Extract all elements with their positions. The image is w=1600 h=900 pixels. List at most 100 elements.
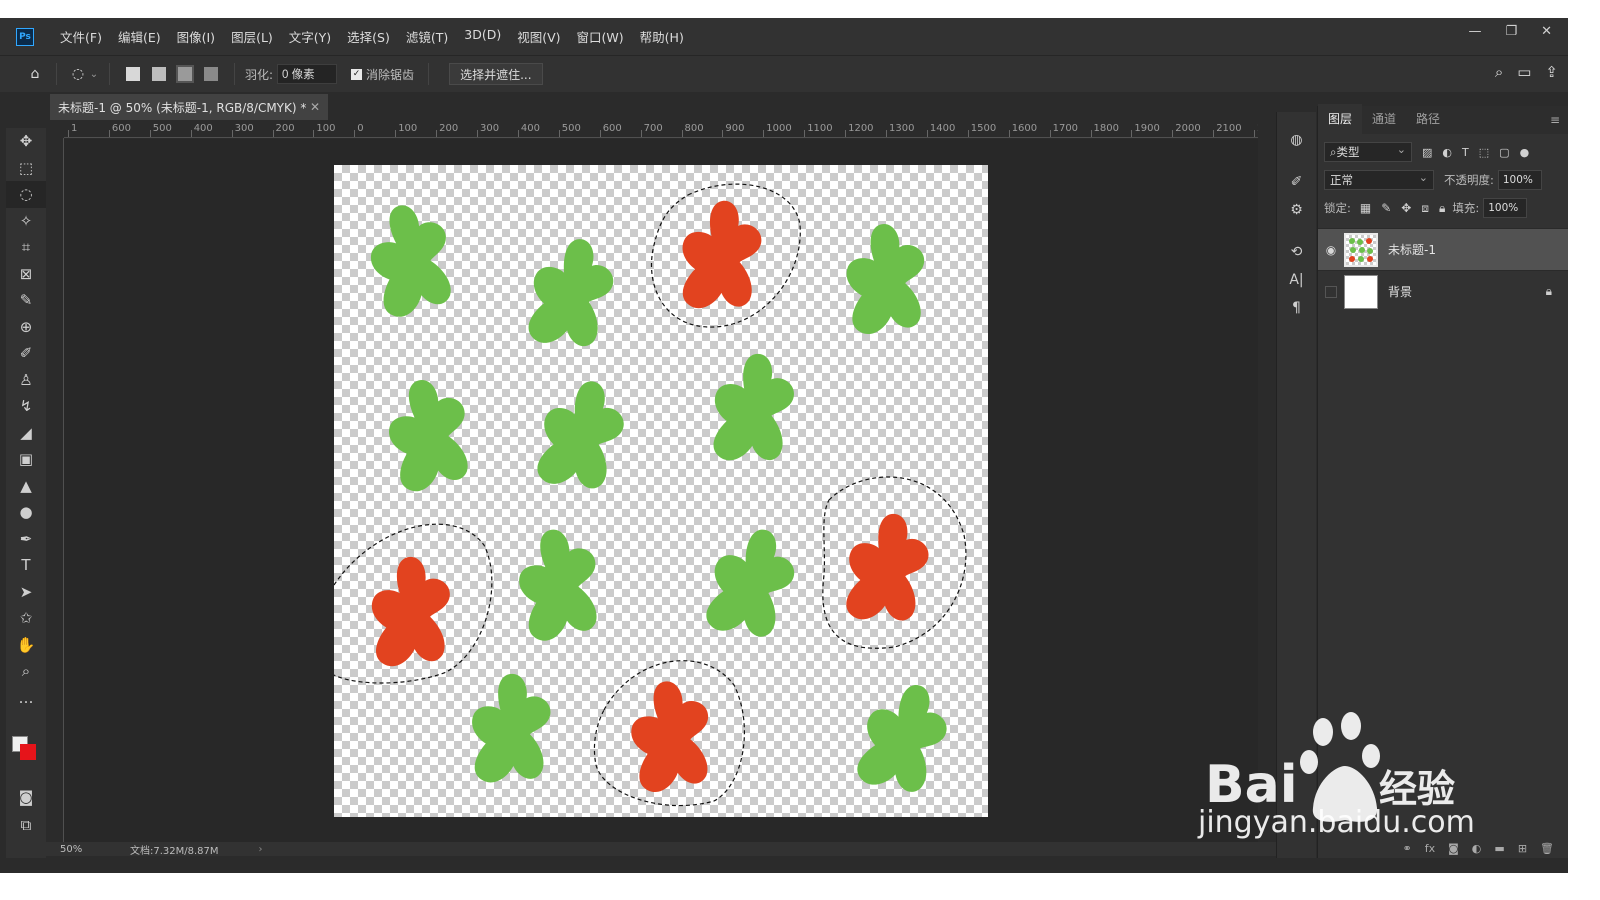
home-icon[interactable]: ⌂ [24,63,46,85]
new-group-icon[interactable]: ▬ [1494,842,1504,858]
pen-tool-icon[interactable]: ✒ [6,526,46,553]
menu-item-5[interactable]: 选择(S) [339,27,398,46]
type-filter-icon[interactable]: T [1462,146,1469,159]
workspace-icon[interactable]: ▭ [1517,63,1531,81]
canvas-artwork[interactable] [334,165,988,817]
close-button[interactable]: ✕ [1541,24,1552,39]
more-tools-icon[interactable]: … [6,685,46,712]
filter-toggle-icon[interactable]: ● [1520,146,1530,159]
eyedropper-icon[interactable]: ✎ [6,287,46,314]
add-selection-icon[interactable] [152,67,166,81]
search-icon[interactable]: ⌕ [1495,63,1503,81]
green-blob [699,519,804,646]
chevron-right-icon[interactable]: › [259,844,263,855]
blend-mode-dropdown[interactable]: 正常 [1324,170,1434,190]
menu-item-10[interactable]: 帮助(H) [632,27,692,46]
share-icon[interactable]: ⇪ [1545,63,1558,81]
zoom-tool-icon[interactable]: ⌕ [6,658,46,685]
character-panel-icon[interactable]: A| [1277,266,1316,294]
healing-brush-icon[interactable]: ⊕ [6,314,46,341]
shape-tool-icon[interactable]: ✩ [6,605,46,632]
chevron-down-icon[interactable]: ⌄ [89,63,99,85]
new-selection-icon[interactable] [126,67,140,81]
document-info[interactable]: 文档:7.32M/8.87M [130,842,219,857]
new-layer-icon[interactable]: ⊞ [1518,842,1527,858]
feather-input[interactable] [277,64,338,84]
panel-menu-icon[interactable]: ≡ [1550,113,1560,127]
lock-transparent-icon[interactable]: ▦ [1360,201,1371,215]
marquee-tool-icon[interactable]: ⬚ [6,155,46,182]
blur-tool-icon[interactable]: ▲ [6,473,46,500]
learn-panel-icon[interactable]: ◍ [1277,126,1316,154]
hand-tool-icon[interactable]: ✋ [6,632,46,659]
link-layers-icon[interactable]: ⚭ [1403,842,1412,858]
paragraph-panel-icon[interactable]: ¶ [1277,294,1316,322]
trash-icon[interactable]: 🗑︎ [1540,842,1554,858]
magic-wand-icon[interactable]: ✧ [6,208,46,235]
crop-tool-icon[interactable]: ⌗ [6,234,46,261]
document-canvas[interactable] [334,165,988,817]
stamp-tool-icon[interactable]: ♙ [6,367,46,394]
lock-pixels-icon[interactable]: ✎ [1381,201,1391,215]
opacity-input[interactable]: 100% [1497,170,1542,190]
brush-tool-icon[interactable]: ✐ [6,340,46,367]
smart-object-filter-icon[interactable]: ▢ [1499,146,1509,159]
history-panel-icon[interactable]: ⟲ [1277,238,1316,266]
menu-item-9[interactable]: 窗口(W) [569,27,632,46]
lasso-tool-icon[interactable]: ◌ [67,63,89,85]
antialias-checkbox[interactable]: ✓ [351,68,363,80]
ruler-label: 500 [152,123,172,134]
frame-tool-icon[interactable]: ⊠ [6,261,46,288]
fx-icon[interactable]: fx [1425,842,1435,858]
minimize-button[interactable]: — [1468,24,1481,39]
zoom-level[interactable]: 50% [60,844,130,855]
lock-artboard-icon[interactable]: ⧈ [1421,201,1429,216]
panel-tab-0[interactable]: 图层 [1318,104,1363,134]
fill-input[interactable]: 100% [1483,198,1528,218]
eye-icon[interactable]: ◉ [1318,243,1344,257]
canvas-workspace[interactable] [64,139,1258,849]
menu-item-8[interactable]: 视图(V) [509,27,568,46]
lasso-tool-icon[interactable]: ◌ [6,181,46,208]
add-mask-icon[interactable]: ◙ [1448,842,1459,858]
dodge-tool-icon[interactable]: ● [6,499,46,526]
brush-panel-icon[interactable]: ✐ [1277,168,1316,196]
select-and-mask-button[interactable]: 选择并遮住... [449,63,543,85]
layer-filter-dropdown[interactable]: ⌕ 类型 [1324,142,1412,162]
panel-tab-1[interactable]: 通道 [1362,110,1406,134]
history-brush-icon[interactable]: ↯ [6,393,46,420]
shape-filter-icon[interactable]: ⬚ [1479,146,1489,159]
menu-item-1[interactable]: 编辑(E) [110,27,169,46]
menu-item-0[interactable]: 文件(F) [52,27,110,46]
lock-all-icon[interactable]: 🔒︎ [1439,201,1445,216]
lock-position-icon[interactable]: ✥ [1401,201,1411,215]
quick-mask-icon[interactable]: ◙ [6,784,46,811]
visibility-toggle[interactable] [1325,285,1337,298]
ruler-tick [108,130,110,137]
restore-button[interactable]: ❐ [1505,24,1517,39]
path-select-icon[interactable]: ➤ [6,579,46,606]
move-tool-icon[interactable]: ✥ [6,128,46,155]
menu-item-6[interactable]: 滤镜(T) [398,27,456,46]
adjustments-icon[interactable]: ⚙ [1277,196,1316,224]
background-color-swatch[interactable] [20,744,36,760]
eraser-icon[interactable]: ◢ [6,420,46,447]
subtract-selection-icon[interactable] [176,65,194,83]
layer-row-background[interactable]: 背景 🔒︎ [1318,270,1568,312]
type-tool-icon[interactable]: T [6,552,46,579]
screen-mode-icon[interactable]: ⧉ [6,812,46,839]
layer-row-untitled[interactable]: ◉ 未标题-1 [1318,228,1568,270]
menu-item-7[interactable]: 3D(D) [456,27,509,46]
panel-tab-2[interactable]: 路径 [1406,110,1450,134]
close-tab-icon[interactable]: ✕ [310,100,320,114]
menu-item-4[interactable]: 文字(Y) [281,27,339,46]
lock-icon[interactable]: 🔒︎ [1546,284,1552,299]
menu-item-2[interactable]: 图像(I) [169,27,223,46]
adjustment-layer-icon[interactable]: ◐ [1472,842,1482,858]
adjustment-filter-icon[interactable]: ◐ [1442,146,1452,159]
pixel-filter-icon[interactable]: ▨ [1422,146,1432,159]
document-tab[interactable]: 未标题-1 @ 50% (未标题-1, RGB/8/CMYK) * ✕ [50,94,328,120]
intersect-selection-icon[interactable] [204,67,218,81]
gradient-tool-icon[interactable]: ▣ [6,446,46,473]
menu-item-3[interactable]: 图层(L) [223,27,281,46]
